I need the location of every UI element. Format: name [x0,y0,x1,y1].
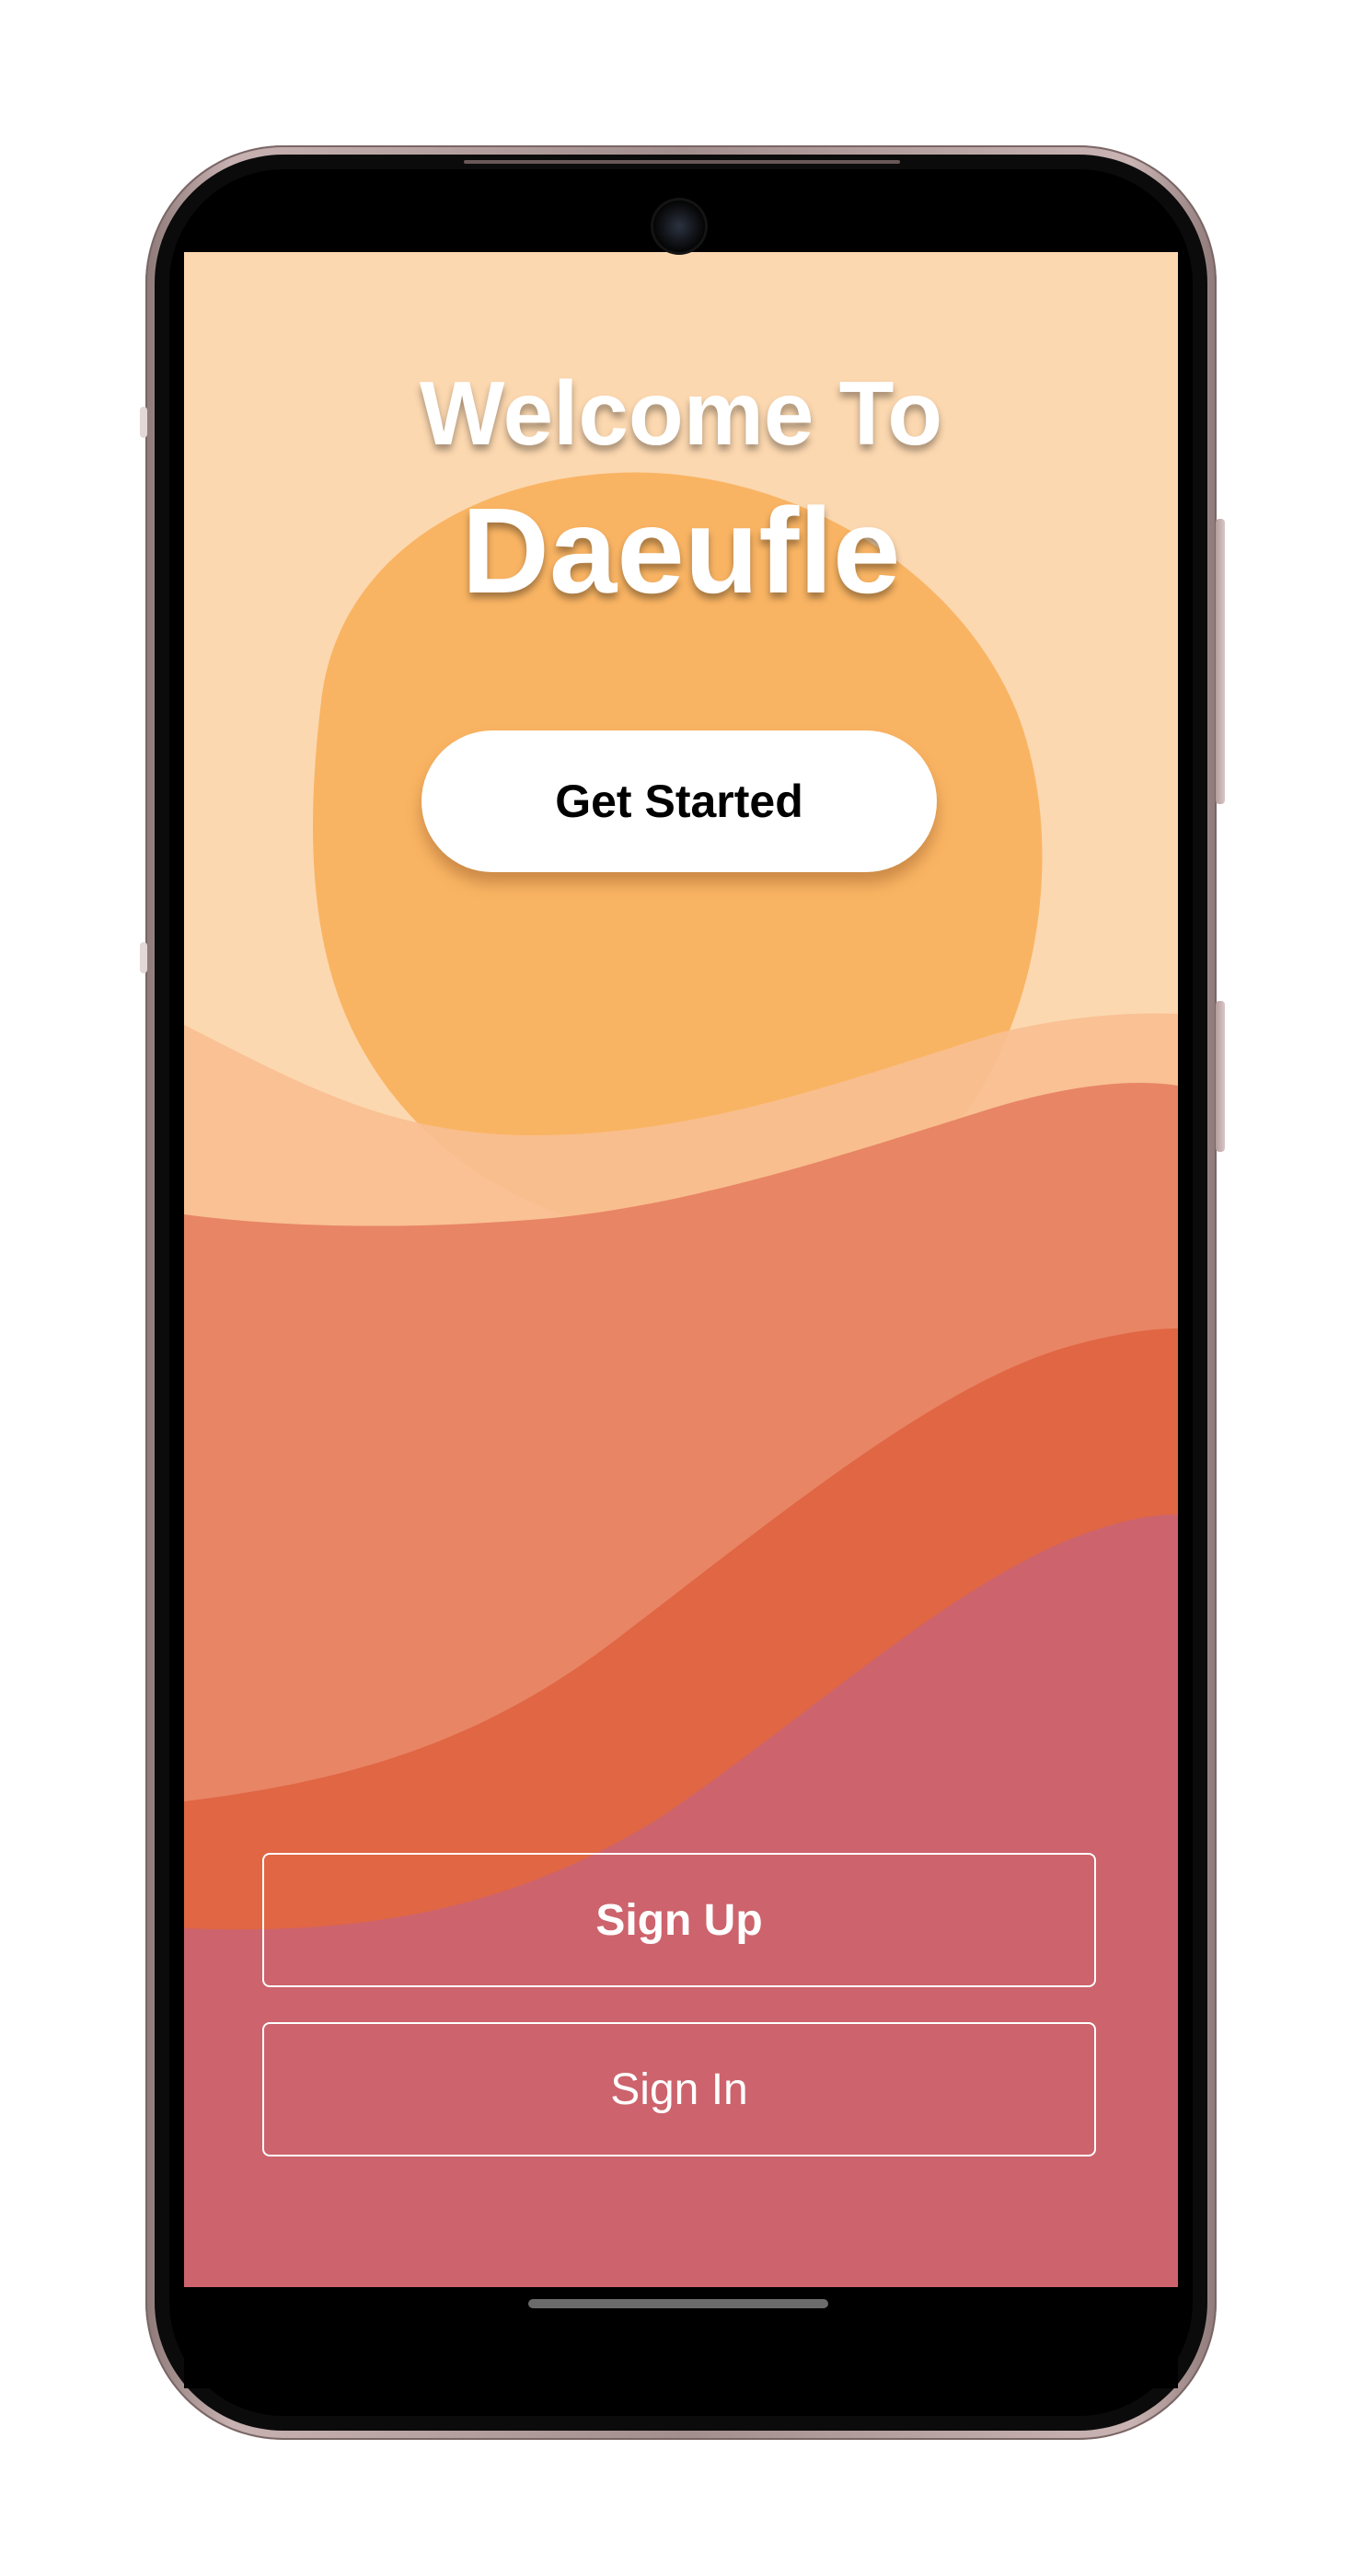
get-started-button[interactable]: Get Started [421,730,937,872]
antenna-line [140,942,147,973]
front-camera-icon [653,201,705,252]
app-name-title: Daeufle [461,483,901,618]
welcome-heading: Welcome To [419,362,943,464]
sign-in-button[interactable]: Sign In [262,2022,1096,2156]
speaker-seam [464,160,900,164]
antenna-line [140,407,147,438]
home-indicator[interactable] [528,2299,828,2308]
app-screen: Welcome To Daeufle Get Started Sign Up S… [184,252,1178,2287]
power-button [1216,1001,1225,1152]
sign-up-button[interactable]: Sign Up [262,1853,1096,1987]
volume-button [1216,519,1225,804]
